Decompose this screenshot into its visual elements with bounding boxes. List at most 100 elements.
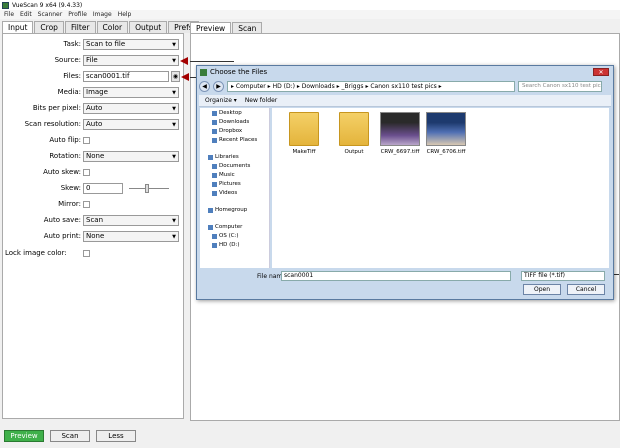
nav-dropbox[interactable]: Dropbox (212, 128, 242, 134)
media-value: Image (86, 88, 108, 96)
autosave-value: Scan (86, 216, 104, 224)
file-item[interactable]: CRW_6697.tiff (376, 112, 424, 155)
source-value: File (86, 56, 98, 64)
folder-icon (289, 112, 319, 146)
chevron-down-icon: ▼ (172, 90, 176, 96)
nav-label: Libraries (215, 154, 239, 160)
autoskew-row: Auto skew: (3, 167, 183, 179)
back-icon[interactable]: ◀ (199, 80, 210, 92)
choose-files-dialog: Choose the Files ✕ ◀ ▶ ▸ Computer ▸ HD (… (196, 65, 614, 300)
nav-label: OS (C:) (219, 233, 239, 239)
image-thumbnail (426, 112, 466, 146)
file-label: Output (344, 149, 364, 155)
chevron-down-icon: ▼ (172, 58, 176, 64)
autoprint-select[interactable]: None ▼ (83, 231, 179, 242)
nav-label: Documents (219, 163, 251, 169)
chevron-down-icon: ▼ (172, 154, 176, 160)
menu-image[interactable]: Image (93, 11, 112, 18)
videos-icon (212, 190, 217, 196)
browse-button[interactable]: ◉ (171, 71, 180, 82)
lockcolor-label: Lock image color: (5, 249, 67, 257)
tab-input[interactable]: Input (2, 21, 34, 33)
skew-slider[interactable] (129, 184, 169, 193)
close-button[interactable]: ✕ (593, 68, 609, 76)
filetype-select[interactable]: TIFF file (*.tif) (521, 271, 605, 281)
bits-select[interactable]: Auto ▼ (83, 103, 179, 114)
files-input[interactable]: scan0001.tif (83, 71, 169, 82)
menu-profile[interactable]: Profile (68, 11, 87, 18)
task-select[interactable]: Scan to file ▼ (83, 39, 179, 50)
tab-output[interactable]: Output (129, 21, 168, 33)
filename-input[interactable]: scan0001 (281, 271, 511, 281)
nav-documents[interactable]: Documents (212, 163, 250, 169)
settings-tabs: Input Crop Filter Color Output Prefs (0, 21, 199, 33)
autoskew-label: Auto skew: (43, 168, 81, 176)
nav-downloads[interactable]: Downloads (212, 119, 249, 125)
chevron-down-icon: ▼ (172, 106, 176, 112)
nav-hd-d[interactable]: HD (D:) (212, 242, 240, 248)
nav-computer[interactable]: Computer (208, 224, 242, 230)
less-button[interactable]: Less (96, 430, 136, 442)
autoflip-checkbox[interactable] (83, 137, 90, 144)
nav-pictures[interactable]: Pictures (212, 181, 241, 187)
cancel-button[interactable]: Cancel (567, 284, 605, 295)
slider-thumb[interactable] (145, 184, 149, 193)
nav-music[interactable]: Music (212, 172, 235, 178)
new-folder-button[interactable]: New folder (245, 97, 277, 104)
forward-icon[interactable]: ▶ (213, 80, 224, 92)
tab-crop[interactable]: Crop (34, 21, 64, 33)
media-select[interactable]: Image ▼ (83, 87, 179, 98)
file-item[interactable]: Output (330, 112, 378, 155)
autoprint-label: Auto print: (43, 232, 81, 240)
autoskew-checkbox[interactable] (83, 169, 90, 176)
nav-homegroup[interactable]: Homegroup (208, 207, 247, 213)
resolution-value: Auto (86, 120, 103, 128)
menu-help[interactable]: Help (118, 11, 132, 18)
organize-button[interactable]: Organize ▾ (205, 97, 237, 104)
lockcolor-checkbox[interactable] (83, 250, 90, 257)
task-value: Scan to file (86, 40, 126, 48)
autoflip-label: Auto flip: (49, 136, 81, 144)
annotation-arrow (181, 73, 189, 81)
address-bar[interactable]: ▸ Computer ▸ HD (D:) ▸ Downloads ▸ _Brig… (227, 80, 515, 92)
input-settings: Task: Scan to file ▼ Source: File ▼ Files:… (2, 33, 184, 419)
nav-recent[interactable]: Recent Places (212, 137, 257, 143)
skew-input[interactable]: 0 (83, 183, 123, 194)
menu-edit[interactable]: Edit (20, 11, 32, 18)
file-label: MakeTiff (292, 149, 316, 155)
mirror-checkbox[interactable] (83, 201, 90, 208)
resolution-row: Scan resolution: Auto ▼ (3, 119, 183, 131)
tab-filter[interactable]: Filter (64, 21, 96, 33)
search-input[interactable]: Search Canon sx110 test pics (518, 80, 602, 92)
menu-scanner[interactable]: Scanner (38, 11, 63, 18)
source-row: Source: File ▼ (3, 55, 183, 67)
annotation-line (190, 61, 234, 62)
source-label: Source: (54, 56, 81, 64)
rotation-label: Rotation: (49, 152, 81, 160)
nav-videos[interactable]: Videos (212, 190, 237, 196)
file-item[interactable]: CRW_6706.tiff (422, 112, 470, 155)
mirror-row: Mirror: (3, 199, 183, 211)
autosave-select[interactable]: Scan ▼ (83, 215, 179, 226)
nav-libraries[interactable]: Libraries (208, 154, 239, 160)
preview-button[interactable]: Preview (4, 430, 44, 442)
scan-button[interactable]: Scan (50, 430, 90, 442)
nav-label: Homegroup (215, 207, 248, 213)
app-icon (200, 68, 207, 76)
resolution-select[interactable]: Auto ▼ (83, 119, 179, 130)
nav-os-c[interactable]: OS (C:) (212, 233, 239, 239)
open-button[interactable]: Open (523, 284, 561, 295)
file-label: CRW_6706.tiff (426, 149, 466, 155)
source-select[interactable]: File ▼ (83, 55, 179, 66)
rotation-select[interactable]: None ▼ (83, 151, 179, 162)
bits-row: Bits per pixel: Auto ▼ (3, 103, 183, 115)
drive-icon (212, 233, 217, 239)
bottom-toolbar: Preview Scan Less (4, 430, 136, 442)
folder-icon (339, 112, 369, 146)
menu-file[interactable]: File (4, 11, 14, 18)
file-item[interactable]: MakeTiff (280, 112, 328, 155)
address-row: ◀ ▶ ▸ Computer ▸ HD (D:) ▸ Downloads ▸ _… (199, 79, 611, 93)
nav-desktop[interactable]: Desktop (212, 110, 242, 116)
nav-label: Computer (215, 224, 243, 230)
tab-color[interactable]: Color (96, 21, 129, 33)
